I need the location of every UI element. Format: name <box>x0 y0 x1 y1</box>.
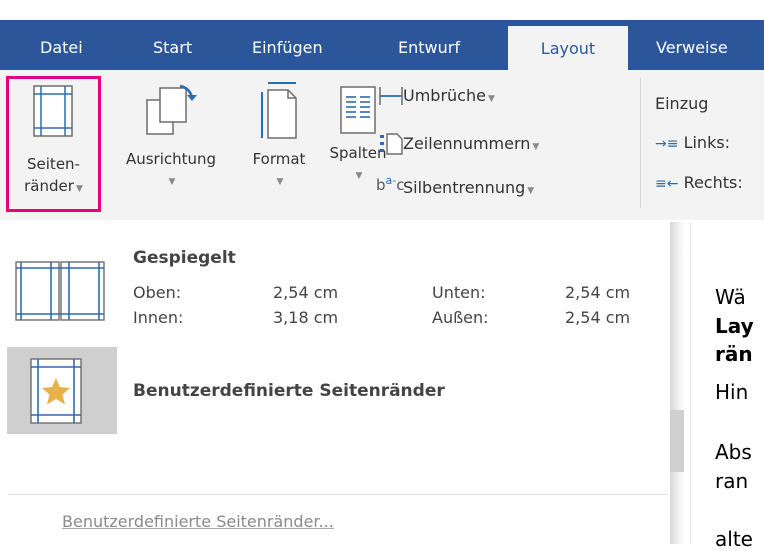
indent-left-icon: →≡ <box>655 136 679 152</box>
chevron-down-icon: ▼ <box>168 177 176 187</box>
doc-text-line: Hin <box>715 380 749 404</box>
orientation-icon <box>146 84 197 135</box>
preset-name: Gespiegelt <box>133 248 236 268</box>
inner-value: 3,18 cm <box>273 308 339 327</box>
chevron-down-icon: ▼ <box>532 142 540 152</box>
breaks-label: Umbrüche <box>403 86 486 105</box>
custom-margins-link[interactable]: Benutzerdefinierte Seitenränder... <box>62 512 334 531</box>
doc-text-line: rän <box>715 342 753 366</box>
menu-divider <box>8 494 668 495</box>
indent-right-button[interactable]: ≡← Rechts: <box>655 173 743 192</box>
indent-right-icon: ≡← <box>655 176 679 192</box>
chevron-down-icon: ▼ <box>276 177 284 187</box>
columns-icon <box>340 86 376 134</box>
margins-label-line2: ränder <box>24 177 74 195</box>
tab-verweise[interactable]: Verweise <box>656 20 728 70</box>
custom-margins-star-icon <box>30 358 82 424</box>
page-size-icon <box>261 82 297 139</box>
outer-value: 2,54 cm <box>565 308 631 327</box>
tab-datei[interactable]: Datei <box>40 20 83 70</box>
size-button[interactable]: Format ▼ <box>242 76 316 188</box>
dropdown-shadow <box>670 222 684 544</box>
bottom-label: Unten: <box>432 283 486 302</box>
chevron-down-icon: ▼ <box>75 184 83 194</box>
ribbon-layout: Seiten- ränder▼ Ausrichtung ▼ Format ▼ <box>0 70 764 220</box>
breaks-icon <box>379 87 403 105</box>
custom-margins-title: Benutzerdefinierte Seitenränder <box>133 381 445 401</box>
outer-label: Außen: <box>432 308 489 327</box>
window-top <box>0 0 764 20</box>
hyphenation-label: Silbentrennung <box>403 178 526 197</box>
scrollbar[interactable] <box>670 410 684 472</box>
doc-text-line: Lay <box>715 314 754 338</box>
line-numbers-label: Zeilennummern <box>403 134 531 153</box>
margins-button[interactable]: Seiten- ränder ▼ <box>6 76 101 212</box>
margins-icon <box>33 85 73 137</box>
doc-text-line: Wä <box>715 285 746 309</box>
tab-layout[interactable]: Layout <box>508 26 628 70</box>
hyphenation-button[interactable]: ba-c Silbentrennung ▼ <box>376 174 535 197</box>
indent-left-button[interactable]: →≡ Links: <box>655 133 730 152</box>
indent-title: Einzug <box>655 94 709 113</box>
chevron-down-icon: ▼ <box>355 171 363 181</box>
bottom-value: 2,54 cm <box>565 283 631 302</box>
hyphenation-icon: ba-c <box>376 174 405 194</box>
inner-label: Innen: <box>133 308 184 327</box>
doc-text-line: ran <box>715 469 749 493</box>
top-label: Oben: <box>133 283 182 302</box>
tab-start[interactable]: Start <box>153 20 192 70</box>
breaks-button[interactable]: Umbrüche ▼ <box>379 86 495 105</box>
ribbon-tab-bar: Datei Start Einfügen Entwurf Layout Verw… <box>0 20 764 70</box>
tab-entwurf[interactable]: Entwurf <box>398 20 460 70</box>
doc-text-line: alte <box>715 527 753 551</box>
line-numbers-icon <box>380 133 403 155</box>
size-label: Format <box>252 150 306 168</box>
orientation-label: Ausrichtung <box>125 150 217 168</box>
chevron-down-icon: ▼ <box>527 186 535 196</box>
chevron-down-icon: ▼ <box>487 94 495 104</box>
mirrored-margins-icon <box>15 261 105 321</box>
orientation-button[interactable]: Ausrichtung ▼ <box>107 76 235 188</box>
ribbon-separator <box>640 78 641 208</box>
indent-right-label: Rechts: <box>683 173 743 192</box>
top-value: 2,54 cm <box>273 283 339 302</box>
doc-text-line: Abs <box>715 440 752 464</box>
tab-einfuegen[interactable]: Einfügen <box>252 20 323 70</box>
margins-label-line1: Seiten- <box>27 155 80 173</box>
line-numbers-button[interactable]: Zeilennummern ▼ <box>380 133 540 155</box>
indent-left-label: Links: <box>683 133 731 152</box>
